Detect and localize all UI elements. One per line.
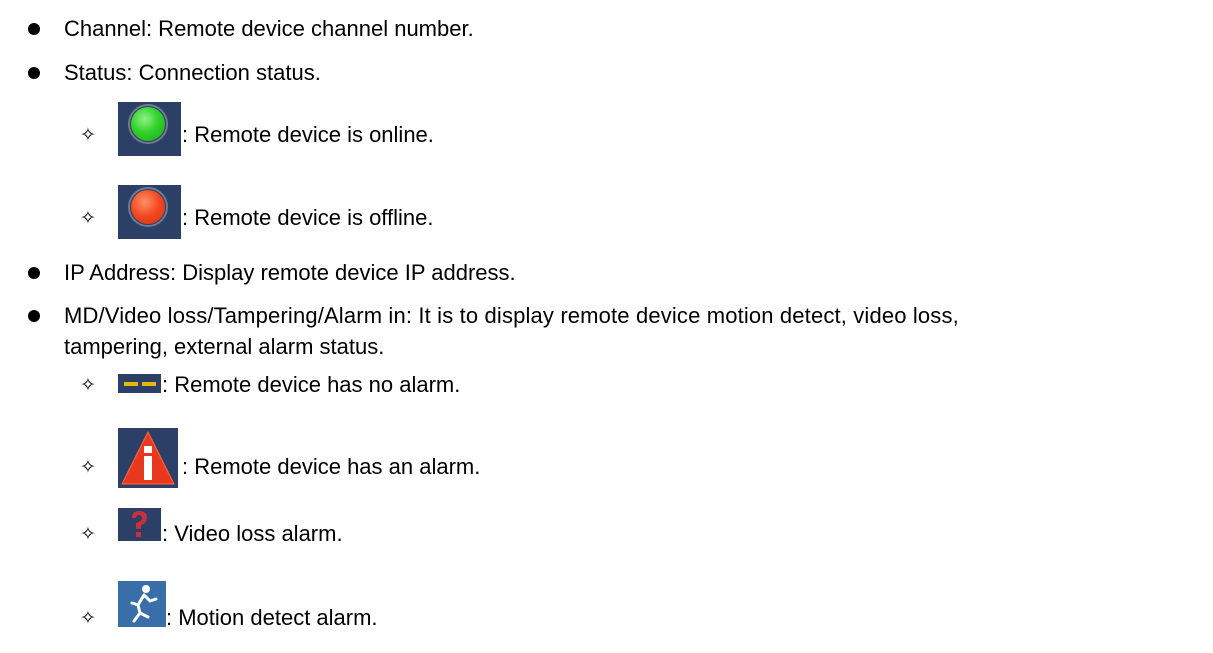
video-loss-question-icon <box>118 508 161 541</box>
channel-description: Channel: Remote device channel number. <box>64 16 474 41</box>
status-offline-item: ✧ : Remote device is offline. <box>0 183 1213 243</box>
list-item-ip-address: IP Address: Display remote device IP add… <box>0 260 1213 286</box>
status-online-text: : Remote device is online. <box>182 122 434 147</box>
sub-bullet-diamond: ✧ <box>80 456 96 478</box>
sub-bullet-diamond: ✧ <box>80 607 96 629</box>
motion-detect-text: : Motion detect alarm. <box>166 605 378 630</box>
alarm-status-description-line2: tampering, external alarm status. <box>64 334 385 359</box>
sub-bullet-diamond: ✧ <box>80 374 96 396</box>
list-item-channel: Channel: Remote device channel number. <box>0 16 1213 42</box>
alarm-status-description-line1: MD/Video loss/Tampering/Alarm in: It is … <box>64 303 959 328</box>
list-item-alarm-status: MD/Video loss/Tampering/Alarm in: It is … <box>0 303 1213 363</box>
sub-bullet-diamond: ✧ <box>80 207 96 229</box>
sub-bullet-diamond: ✧ <box>80 523 96 545</box>
alarm-text: : Remote device has an alarm. <box>182 454 481 479</box>
video-loss-item: ✧ : Video loss alarm. <box>0 506 1213 546</box>
no-alarm-text: : Remote device has no alarm. <box>162 372 461 397</box>
bullet-dot <box>28 23 40 35</box>
green-circle-icon <box>118 102 181 156</box>
no-alarm-dashes-icon <box>118 374 161 393</box>
status-online-item: ✧ : Remote device is online. <box>0 100 1213 160</box>
bullet-dot <box>28 67 40 79</box>
alarm-warning-icon <box>118 428 178 488</box>
motion-detect-runner-icon <box>118 581 166 627</box>
list-item-status: Status: Connection status. <box>0 60 1213 86</box>
no-alarm-item: ✧ : Remote device has no alarm. <box>0 368 1213 398</box>
status-description: Status: Connection status. <box>64 60 321 85</box>
alarm-item: ✧ : Remote device has an alarm. <box>0 428 1213 490</box>
sub-bullet-diamond: ✧ <box>80 124 96 146</box>
motion-detect-item: ✧ : Motion detect alarm. <box>0 581 1213 631</box>
red-circle-icon <box>118 185 181 239</box>
bullet-dot <box>28 267 40 279</box>
status-offline-text: : Remote device is offline. <box>182 205 434 230</box>
bullet-dot <box>28 310 40 322</box>
video-loss-text: : Video loss alarm. <box>162 521 343 546</box>
ip-address-description: IP Address: Display remote device IP add… <box>64 260 516 285</box>
